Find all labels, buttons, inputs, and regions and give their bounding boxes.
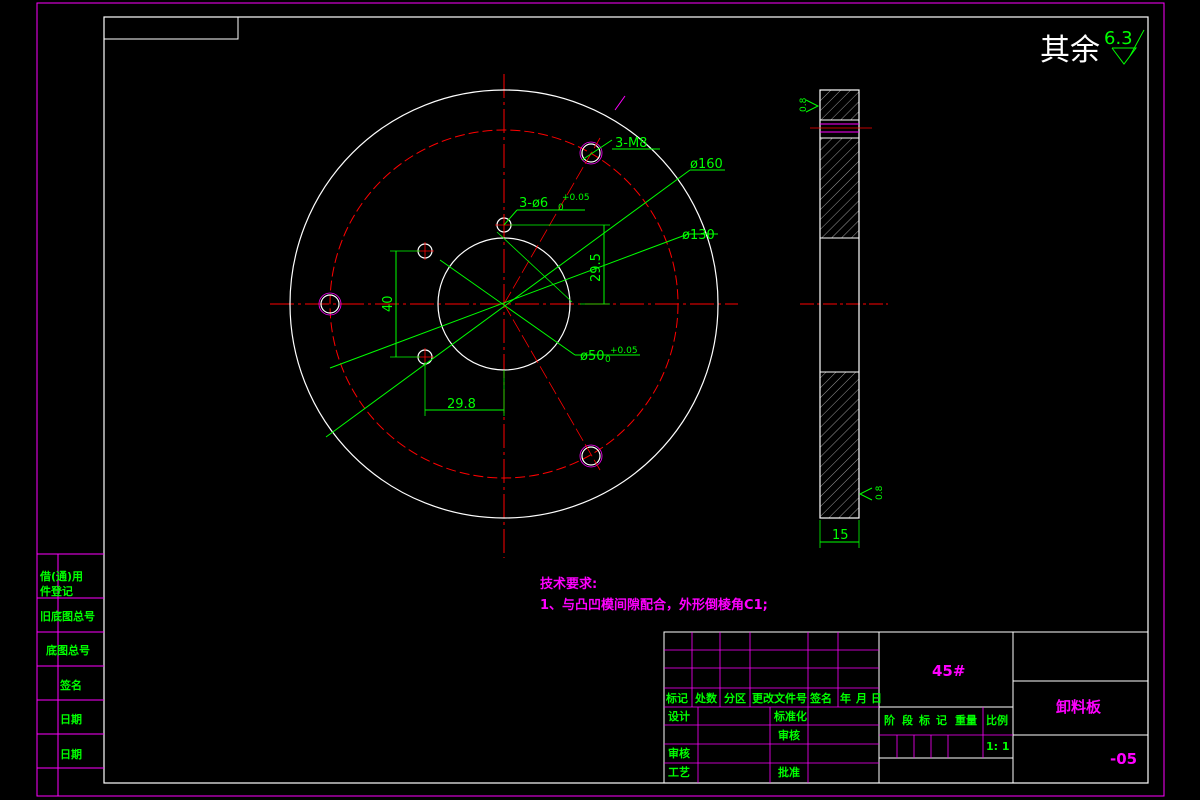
label-center-bore: ø50	[580, 349, 605, 364]
tb-change-doc: 更改文件号	[752, 691, 807, 705]
tb-drawing-no: -05	[1110, 750, 1137, 768]
cad-drawing: 其余 6.3 3-M8 ø160 ø130 3-ø6 +0.05 0 ø50 +…	[36, 2, 1165, 797]
roughness-prefix: 其余	[1040, 33, 1100, 68]
threaded-hole-bottom-outer	[579, 444, 603, 468]
threaded-hole-bottom	[581, 446, 601, 466]
side-base-drawing-no: 底图总号	[46, 643, 90, 657]
side-register: 件登记	[40, 584, 73, 598]
label-horizontal-offset: 29.8	[447, 397, 476, 412]
side-hatch-top	[819, 89, 860, 121]
label-bolt-circle: ø130	[682, 228, 715, 243]
label-pin-tol-upper: +0.05	[562, 193, 590, 203]
label-3-m8: 3-M8	[615, 136, 647, 151]
tb-scale: 1: 1	[986, 740, 1010, 753]
side-view: 15 0.8 0.8	[799, 89, 888, 548]
tech-req-title: 技术要求:	[540, 576, 597, 592]
tb-part-name: 卸料板	[1056, 698, 1102, 716]
side-date-2: 日期	[60, 747, 82, 761]
tb-count: 处数	[694, 691, 718, 705]
tb-stage-3: 标	[918, 713, 930, 727]
tb-signature: 签名	[809, 691, 832, 705]
tb-material: 45#	[932, 662, 965, 680]
tb-standardization: 标准化	[773, 709, 807, 723]
label-pin-tol-lower: 0	[558, 203, 564, 213]
tb-stage-1: 阶	[884, 713, 896, 727]
label-bore-tol-upper: +0.05	[610, 346, 638, 356]
label-outer-dia: ø160	[690, 157, 723, 172]
tb-stage-4: 记	[936, 714, 947, 727]
side-signature: 签名	[59, 678, 82, 692]
tb-review: 审核	[778, 728, 800, 742]
leader-bore	[439, 259, 576, 356]
label-vertical-offset: 29.5	[589, 253, 604, 282]
label-pin-spacing: 40	[381, 295, 396, 312]
label-pin-holes: 3-ø6	[519, 196, 548, 211]
tb-month: 月	[855, 692, 867, 705]
outer-border	[36, 2, 1165, 797]
tb-approve: 批准	[778, 765, 800, 779]
tb-checking: 审核	[668, 746, 690, 760]
tb-mark: 标记	[665, 691, 688, 705]
side-old-drawing-no: 旧底图总号	[40, 609, 95, 623]
side-hatch-lower	[819, 371, 860, 519]
side-roughness-symbol-bottom	[858, 487, 873, 501]
label-thickness: 15	[832, 528, 849, 543]
tb-zone: 分区	[724, 691, 746, 705]
tb-ratio: 比例	[986, 713, 1008, 727]
label-side-roughness-top: 0.8	[799, 97, 809, 112]
front-view: 3-M8 ø160 ø130 3-ø6 +0.05 0 ø50 +0.05 0 …	[270, 74, 738, 558]
tech-req-item1: 1、与凸凹模间隙配合，外形倒棱角C1;	[540, 597, 768, 613]
tb-process: 工艺	[668, 765, 690, 779]
side-hatch-upper	[819, 137, 860, 239]
radial-line-top	[503, 137, 601, 305]
radial-line-bottom	[503, 303, 601, 471]
roughness-value: 6.3	[1104, 28, 1133, 49]
tb-design: 设计	[668, 709, 690, 723]
inner-border	[103, 16, 1149, 784]
radial-tick	[614, 95, 626, 111]
side-borrow: 借(通)用	[39, 569, 83, 583]
tb-stage-2: 段	[902, 713, 913, 727]
side-date-1: 日期	[60, 712, 82, 726]
tb-year: 年	[840, 691, 851, 705]
roughness-symbol	[1111, 47, 1137, 65]
top-left-code-box	[103, 16, 239, 40]
tb-weight: 重量	[955, 713, 977, 727]
label-bore-tol-lower: 0	[605, 355, 611, 365]
tb-day: 日	[871, 692, 882, 705]
label-side-roughness-bottom: 0.8	[875, 485, 885, 500]
